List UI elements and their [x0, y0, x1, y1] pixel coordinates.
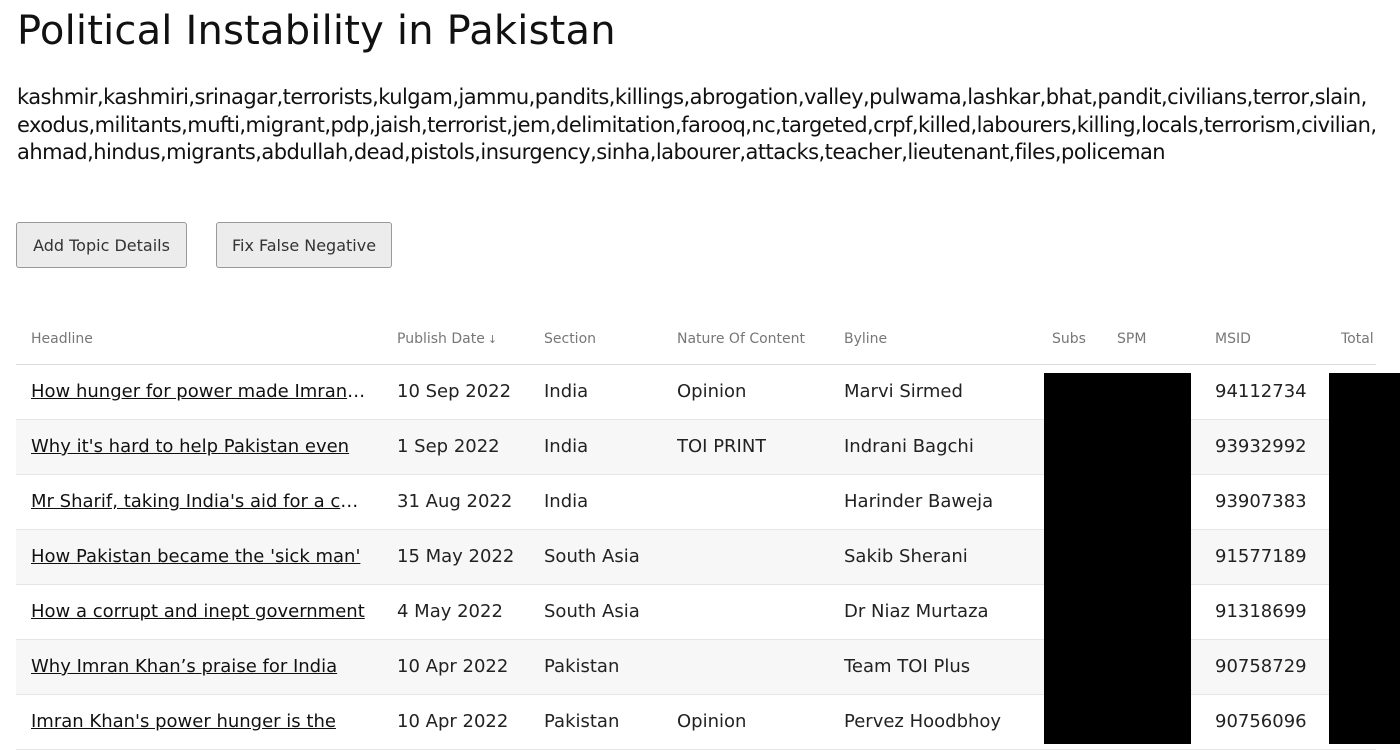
- cell-headline[interactable]: How a corrupt and inept government: [31, 585, 367, 639]
- sort-down-icon: ↓: [487, 333, 498, 346]
- cell-byline: Indrani Bagchi: [844, 436, 974, 457]
- cell-section: Pakistan: [544, 711, 620, 732]
- cell-publish-date: 10 Apr 2022: [397, 656, 509, 677]
- redacted-block-total: [1329, 373, 1400, 744]
- cell-msid: 91318699: [1215, 601, 1307, 622]
- header-spm[interactable]: SPM: [1117, 331, 1146, 347]
- cell-section: South Asia: [544, 546, 640, 567]
- cell-publish-date: 4 May 2022: [397, 601, 503, 622]
- page-title: Political Instability in Pakistan: [17, 8, 616, 54]
- cell-headline[interactable]: Mr Sharif, taking India's aid for a chan…: [31, 475, 367, 529]
- cell-section: India: [544, 491, 589, 512]
- cell-byline: Dr Niaz Murtaza: [844, 601, 989, 622]
- cell-nature-of-content: Opinion: [677, 711, 747, 732]
- cell-msid: 93932992: [1215, 436, 1307, 457]
- cell-publish-date: 10 Sep 2022: [397, 381, 512, 402]
- fix-false-negative-button[interactable]: Fix False Negative: [216, 222, 392, 268]
- cell-byline: Team TOI Plus: [844, 656, 971, 677]
- table-header: Headline Publish Date ↓ Section Nature Of…: [16, 316, 1376, 365]
- cell-headline[interactable]: How hunger for power made Imran Khan: [31, 365, 367, 419]
- cell-section: India: [544, 381, 589, 402]
- cell-nature-of-content: Opinion: [677, 381, 747, 402]
- cell-section: South Asia: [544, 601, 640, 622]
- cell-byline: Pervez Hoodbhoy: [844, 711, 1002, 732]
- cell-byline: Sakib Sherani: [844, 546, 968, 567]
- header-publish-date[interactable]: Publish Date ↓: [397, 331, 497, 347]
- cell-msid: 90758729: [1215, 656, 1307, 677]
- cell-headline[interactable]: Why Imran Khan’s praise for India: [31, 640, 367, 694]
- cell-headline[interactable]: How Pakistan became the 'sick man': [31, 530, 367, 584]
- add-topic-details-button[interactable]: Add Topic Details: [16, 222, 187, 268]
- header-headline[interactable]: Headline: [31, 331, 93, 347]
- header-section[interactable]: Section: [544, 331, 596, 347]
- header-publish-date-label: Publish Date: [397, 331, 485, 347]
- cell-headline[interactable]: Why it's hard to help Pakistan even: [31, 420, 367, 474]
- header-subs[interactable]: Subs: [1052, 331, 1086, 347]
- cell-msid: 91577189: [1215, 546, 1307, 567]
- cell-msid: 94112734: [1215, 381, 1307, 402]
- cell-section: India: [544, 436, 589, 457]
- cell-section: Pakistan: [544, 656, 620, 677]
- cell-publish-date: 31 Aug 2022: [397, 491, 513, 512]
- cell-publish-date: 10 Apr 2022: [397, 711, 509, 732]
- cell-byline: Harinder Baweja: [844, 491, 994, 512]
- header-total[interactable]: Total: [1341, 331, 1374, 347]
- redacted-block-subs-spm: [1044, 373, 1191, 744]
- cell-msid: 93907383: [1215, 491, 1307, 512]
- cell-msid: 90756096: [1215, 711, 1307, 732]
- header-msid[interactable]: MSID: [1215, 331, 1251, 347]
- header-byline[interactable]: Byline: [844, 331, 887, 347]
- header-nature-of-content[interactable]: Nature Of Content: [677, 331, 805, 347]
- cell-publish-date: 15 May 2022: [397, 546, 515, 567]
- cell-publish-date: 1 Sep 2022: [397, 436, 500, 457]
- topic-keywords: kashmir,kashmiri,srinagar,terrorists,kul…: [17, 85, 1377, 164]
- cell-nature-of-content: TOI PRINT: [677, 436, 767, 457]
- cell-headline[interactable]: Imran Khan's power hunger is the: [31, 695, 367, 749]
- cell-byline: Marvi Sirmed: [844, 381, 963, 402]
